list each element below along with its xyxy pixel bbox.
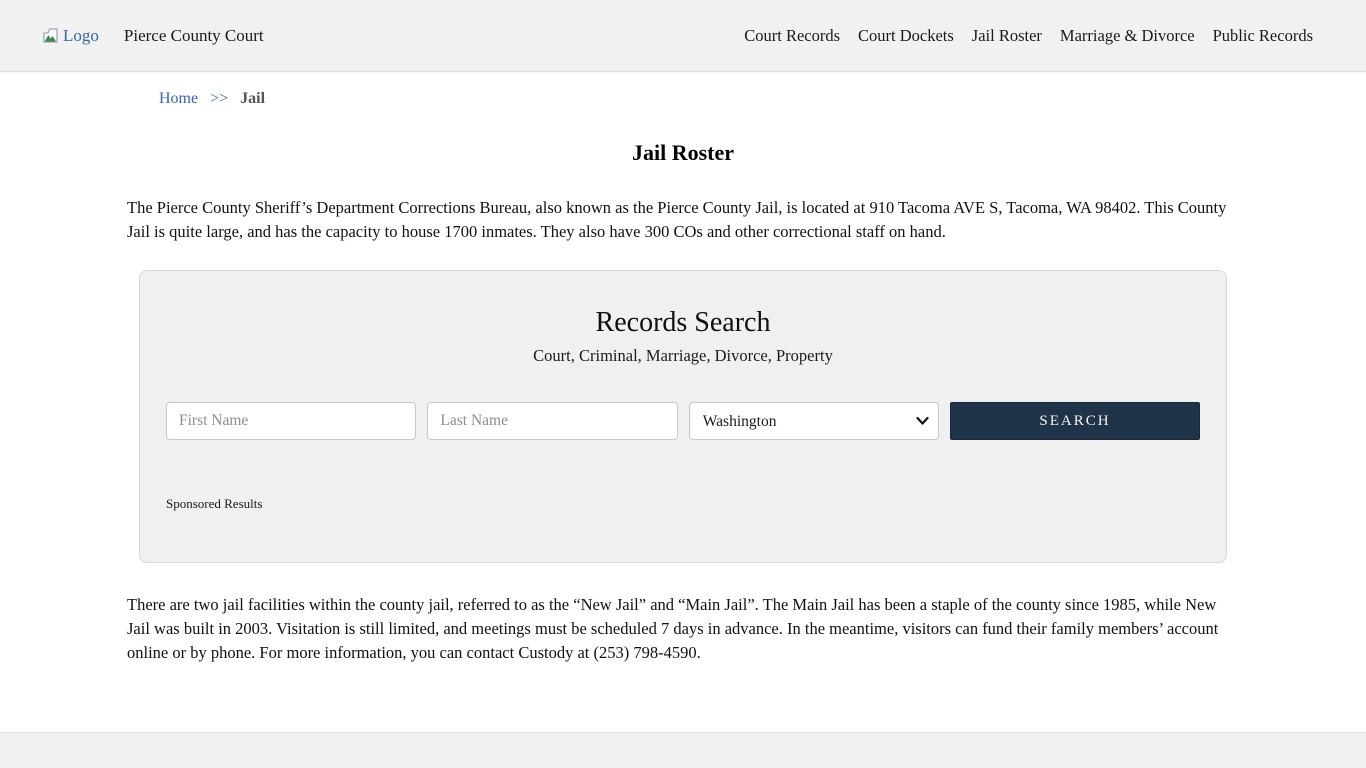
records-search-title: Records Search [595, 307, 771, 338]
main-content: Home >> Jail Jail Roster The Pierce Coun… [127, 72, 1239, 732]
last-name-input[interactable] [427, 402, 678, 440]
sponsored-results-label: Sponsored Results [166, 496, 263, 511]
nav-jail-roster[interactable]: Jail Roster [972, 26, 1042, 46]
records-search-subtitle: Court, Criminal, Marriage, Divorce, Prop… [533, 346, 833, 365]
state-select[interactable]: Washington [688, 402, 939, 440]
site-title: Pierce County Court [123, 25, 264, 45]
main-nav: Court Records Court Dockets Jail Roster … [744, 26, 1313, 46]
search-button[interactable]: SEARCH [949, 402, 1200, 440]
breadcrumb-current: Jail [240, 90, 266, 107]
nav-marriage-divorce[interactable]: Marriage & Divorce [1060, 26, 1195, 46]
nav-court-records[interactable]: Court Records [744, 26, 840, 46]
header: Logo Pierce County Court Court Records C… [0, 0, 1366, 72]
state-select-wrap: Washington [688, 402, 939, 440]
page-title: Jail Roster [631, 140, 735, 165]
logo-alt-text: Logo [63, 25, 99, 45]
broken-image-icon [40, 26, 60, 45]
footer [0, 732, 1366, 768]
breadcrumb-home-link[interactable]: Home [159, 90, 198, 107]
records-search-form: Washington SEARCH [166, 402, 1200, 440]
first-name-input[interactable] [166, 402, 417, 440]
intro-paragraph: The Pierce County Sheriff’s Department C… [127, 198, 1227, 241]
nav-public-records[interactable]: Public Records [1213, 26, 1313, 46]
breadcrumb: Home >> Jail [127, 90, 1239, 108]
nav-court-dockets[interactable]: Court Dockets [858, 26, 954, 46]
breadcrumb-separator: >> [210, 90, 229, 107]
site-logo[interactable]: Logo [40, 26, 99, 46]
records-search-panel: Records Search Court, Criminal, Marriage… [139, 270, 1227, 563]
outro-paragraph: There are two jail facilities within the… [127, 595, 1219, 662]
